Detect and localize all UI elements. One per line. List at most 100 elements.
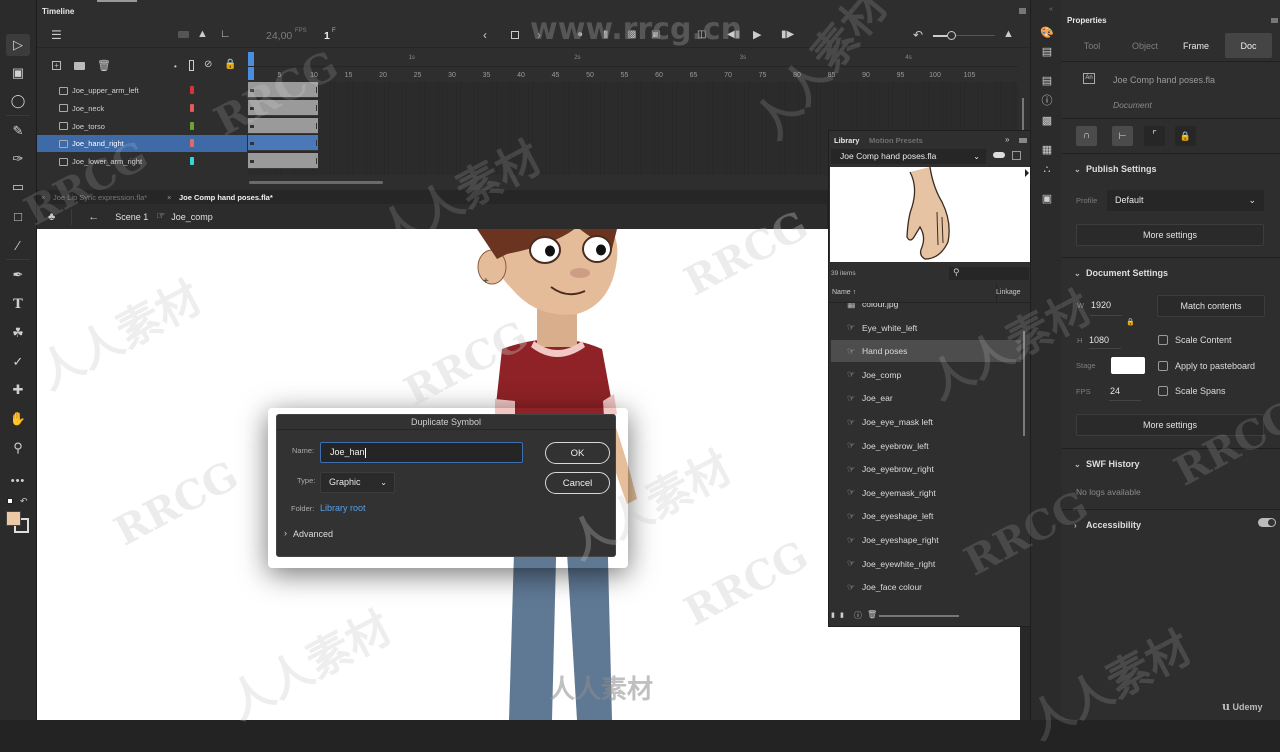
assets-panel-icon[interactable]: ▣ xyxy=(1040,192,1054,205)
document-more-settings-button[interactable]: More settings xyxy=(1076,414,1264,436)
height-value[interactable]: 1080 xyxy=(1089,335,1109,345)
new-library-panel-icon[interactable] xyxy=(1012,151,1021,160)
paint-bucket-tool-icon[interactable]: ☘ xyxy=(6,322,30,344)
stroke-color-swatch[interactable] xyxy=(6,511,21,526)
scale-spans-checkbox[interactable] xyxy=(1158,386,1168,396)
panel-menu-icon[interactable] xyxy=(1019,138,1027,143)
library-item[interactable]: ☞ Joe_eyewhite_right xyxy=(831,553,1021,575)
library-search-input[interactable]: ⚲ xyxy=(949,267,1029,280)
motion-presets-tab[interactable]: Motion Presets xyxy=(869,136,923,145)
back-arrow-icon[interactable]: ← xyxy=(88,211,99,223)
end-frame-marker[interactable] xyxy=(316,158,317,165)
text-tool-icon[interactable]: T xyxy=(6,293,30,315)
guides-icon[interactable]: ⊢ xyxy=(1112,126,1133,146)
swf-history-header[interactable]: ⌄ SWF History xyxy=(1074,459,1140,469)
properties-icon[interactable]: ⓘ xyxy=(854,610,862,621)
timeline-horizontal-scrollbar[interactable] xyxy=(249,181,383,184)
layer-color-swatch[interactable] xyxy=(190,121,194,130)
library-item[interactable]: ☞ Eye_white_left xyxy=(831,317,1021,339)
tab-object[interactable]: Object xyxy=(1120,33,1170,58)
keyframe-marker[interactable] xyxy=(250,89,254,92)
layer-row[interactable]: Joe_upper_arm_left xyxy=(37,82,247,99)
scale-content-checkbox[interactable] xyxy=(1158,335,1168,345)
hand-tool-icon[interactable]: ✋ xyxy=(6,408,30,430)
match-contents-button[interactable]: Match contents xyxy=(1157,295,1265,317)
library-scrollbar[interactable] xyxy=(1023,331,1025,436)
library-panel-icon[interactable]: ▦ xyxy=(1040,143,1054,156)
layer-row[interactable]: Joe_hand_right xyxy=(37,135,247,153)
keyframe-marker[interactable] xyxy=(250,160,254,164)
rulers-icon[interactable]: ⌜ xyxy=(1144,126,1165,146)
line-tool-icon[interactable]: ∕ xyxy=(6,234,30,256)
linkage-column-header[interactable]: Linkage xyxy=(996,289,1021,296)
scene-icon[interactable]: ♣ xyxy=(48,211,55,223)
layer-color-swatch[interactable] xyxy=(190,139,194,148)
library-tab[interactable]: Library xyxy=(834,136,859,145)
keyframe-marker[interactable] xyxy=(250,106,254,110)
width-value[interactable]: 1920 xyxy=(1091,300,1111,310)
color-panel-icon[interactable]: 🎨 xyxy=(1040,26,1054,39)
library-item[interactable]: ☞ Joe_eyebrow_right xyxy=(831,458,1021,480)
transform-panel-icon[interactable]: ▩ xyxy=(1040,114,1054,127)
name-column-header[interactable]: Name ↑ xyxy=(832,289,856,296)
timeline-vertical-scrollbar[interactable] xyxy=(1022,98,1024,133)
advanced-toggle[interactable]: Advanced xyxy=(293,529,333,539)
tab-doc[interactable]: Doc xyxy=(1225,33,1272,58)
close-tab-icon[interactable]: × xyxy=(167,193,171,202)
accessibility-toggle[interactable] xyxy=(1258,518,1276,527)
layer-frames[interactable] xyxy=(248,153,318,170)
layer-color-swatch[interactable] xyxy=(190,86,194,94)
end-frame-marker[interactable] xyxy=(316,87,317,93)
type-select[interactable]: Graphic ⌄ xyxy=(320,472,395,493)
library-item[interactable]: ☞ Joe_face colour xyxy=(831,576,1021,598)
layer-frames[interactable] xyxy=(248,82,318,98)
align-panel-icon[interactable]: ▤ xyxy=(1040,74,1054,87)
symbol-link[interactable]: Joe_comp xyxy=(171,212,213,222)
ok-button[interactable]: OK xyxy=(545,442,610,464)
lock-ratio-icon[interactable]: 🔒 xyxy=(1126,318,1135,326)
tab-tool[interactable]: Tool xyxy=(1070,33,1114,58)
paint-brush-tool-icon[interactable]: ✎ xyxy=(6,120,30,142)
end-frame-marker[interactable] xyxy=(316,122,317,129)
accessibility-header[interactable]: › Accessibility xyxy=(1074,520,1141,530)
play-preview-icon[interactable] xyxy=(1025,169,1029,177)
swatches-panel-icon[interactable]: ▤ xyxy=(1040,45,1054,58)
bone-tool-icon[interactable]: ✚ xyxy=(6,379,30,401)
layer-color-swatch[interactable] xyxy=(190,157,194,166)
tab-frame[interactable]: Frame xyxy=(1174,33,1218,58)
new-folder-icon[interactable]: ▮ xyxy=(840,611,844,619)
library-item[interactable]: ☞ Hand poses xyxy=(831,340,1021,363)
more-tools-icon[interactable]: ••• xyxy=(6,470,30,492)
folder-link[interactable]: Library root xyxy=(320,503,366,513)
end-frame-marker[interactable] xyxy=(316,140,317,147)
motion-presets-icon[interactable]: ∴ xyxy=(1040,163,1054,176)
advanced-chevron-icon[interactable]: › xyxy=(284,528,287,538)
library-item[interactable]: ☞ Joe_comp xyxy=(831,364,1021,386)
profile-select[interactable]: Default ⌄ xyxy=(1107,190,1264,211)
keyframe-marker[interactable] xyxy=(250,124,254,128)
layer-row[interactable]: Joe_lower_arm_right xyxy=(37,153,247,170)
expand-panel-icon[interactable]: » xyxy=(1005,135,1009,144)
library-item[interactable]: ☞ Joe_ear xyxy=(831,387,1021,409)
selection-tool-icon[interactable]: ▷ xyxy=(6,34,30,56)
eyedropper-tool-icon[interactable]: ✓ xyxy=(6,351,30,373)
scene-link[interactable]: Scene 1 xyxy=(115,212,148,222)
library-item[interactable]: ▦ colour.jpg xyxy=(831,303,1021,315)
brush-tool-icon[interactable]: ✑ xyxy=(6,148,30,170)
new-symbol-icon[interactable]: ▮ xyxy=(831,611,835,619)
library-item[interactable]: ☞ Joe_eyemask_right xyxy=(831,482,1021,504)
document-settings-header[interactable]: ⌄ Document Settings xyxy=(1074,268,1168,278)
layer-color-swatch[interactable] xyxy=(190,103,194,112)
cancel-button[interactable]: Cancel xyxy=(545,472,610,494)
pen-tool-icon[interactable]: ✒ xyxy=(6,264,30,286)
zoom-tool-icon[interactable]: ⚲ xyxy=(6,437,30,459)
library-item[interactable]: ☞ Joe_eyebrow_left xyxy=(831,435,1021,457)
fps-value[interactable]: 24 xyxy=(1110,386,1120,396)
close-tab-icon[interactable]: × xyxy=(41,193,45,202)
lock-guides-icon[interactable]: 🔒 xyxy=(1175,126,1196,146)
default-colors-icon[interactable] xyxy=(7,498,13,504)
library-item[interactable]: ☞ Joe_eyeshape_left xyxy=(831,505,1021,527)
doc-tab-1[interactable]: Joe Lip Sync expression.fla* xyxy=(53,193,147,202)
collapse-dock-icon[interactable]: « xyxy=(1049,6,1053,13)
doc-tab-2[interactable]: Joe Comp hand poses.fla* xyxy=(179,193,273,202)
